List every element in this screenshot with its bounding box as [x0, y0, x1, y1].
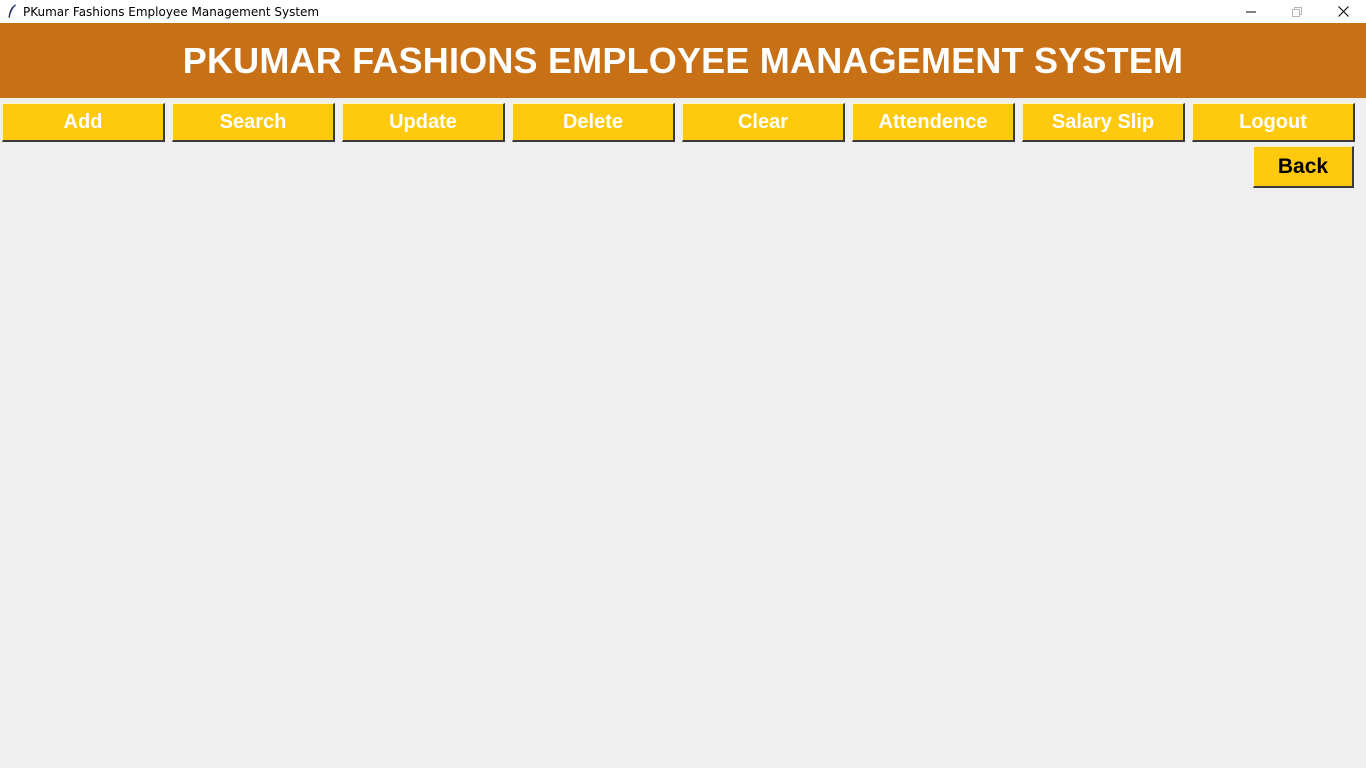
page-title: PKUMAR FASHIONS EMPLOYEE MANAGEMENT SYST… [182, 39, 1184, 81]
salary-slip-button[interactable]: Salary Slip [1022, 103, 1185, 142]
window-controls [1228, 0, 1366, 23]
minimize-icon[interactable] [1228, 0, 1274, 23]
add-button[interactable]: Add [2, 103, 165, 142]
update-button[interactable]: Update [342, 103, 505, 142]
app-header: PKUMAR FASHIONS EMPLOYEE MANAGEMENT SYST… [0, 23, 1366, 98]
window-titlebar: PKumar Fashions Employee Management Syst… [0, 0, 1366, 23]
logout-button[interactable]: Logout [1192, 103, 1355, 142]
restore-icon [1274, 0, 1320, 23]
window-title: PKumar Fashions Employee Management Syst… [23, 4, 320, 19]
clear-button[interactable]: Clear [682, 103, 845, 142]
attendence-button[interactable]: Attendence [852, 103, 1015, 142]
close-icon[interactable] [1320, 0, 1366, 23]
back-button[interactable]: Back [1253, 146, 1354, 188]
search-button[interactable]: Search [172, 103, 335, 142]
delete-button[interactable]: Delete [512, 103, 675, 142]
feather-icon [5, 4, 19, 20]
main-toolbar: Add Search Update Delete Clear Attendenc… [2, 103, 1364, 145]
